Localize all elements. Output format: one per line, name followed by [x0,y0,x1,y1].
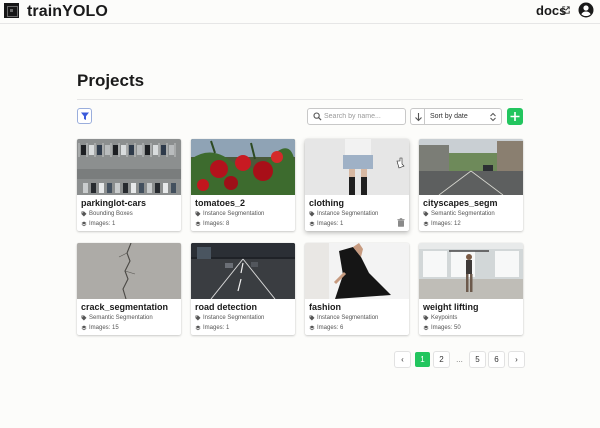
project-type: Semantic Segmentation [89,315,153,321]
project-name: tomatoes_2 [195,198,246,208]
project-image-count: Images: 8 [203,221,230,227]
add-project-button[interactable] [507,108,523,125]
project-thumbnail[interactable] [305,139,409,195]
tag-icon [423,211,429,217]
tag-icon [195,211,201,217]
project-type: Instance Segmentation [317,315,379,321]
layers-icon [81,221,87,227]
layers-icon [195,325,201,331]
project-image-count: Images: 1 [317,221,344,227]
project-card[interactable]: crack_segmentation Semantic Segmentation… [77,243,181,335]
sort-select-label: Sort by date [430,113,468,120]
project-thumbnail[interactable] [77,243,181,299]
project-type: Semantic Segmentation [431,211,495,217]
project-thumbnail[interactable] [419,139,523,195]
trash-icon[interactable] [397,218,405,227]
project-name: crack_segmentation [81,302,169,312]
project-image-count: Images: 1 [203,325,230,331]
tag-icon [423,315,429,321]
arrow-down-icon [415,113,422,122]
pagination-prev-button[interactable]: ‹ [395,352,410,367]
project-thumbnail[interactable] [305,243,409,299]
project-name: parkinglot-cars [81,198,147,208]
layers-icon [423,221,429,227]
project-type: Instance Segmentation [317,211,379,217]
project-name: road detection [195,302,258,312]
project-card[interactable]: fashion Instance Segmentation Images: 6 [305,243,409,335]
layers-icon [309,221,315,227]
tag-icon [81,211,87,217]
project-thumbnail[interactable] [419,243,523,299]
pagination-page-6[interactable]: 6 [489,352,504,367]
project-card[interactable]: weight lifting Keypoints Images: 50 [419,243,523,335]
search-icon [313,112,322,121]
project-thumbnail[interactable] [191,139,295,195]
project-name: fashion [309,302,342,312]
tag-icon [195,315,201,321]
filter-icon [81,112,89,120]
sort-select[interactable]: Sort by date [424,108,502,125]
tag-icon [81,315,87,321]
project-thumbnail[interactable] [191,243,295,299]
tag-icon [309,315,315,321]
project-image-count: Images: 6 [317,325,344,331]
layers-icon [81,325,87,331]
project-name: weight lifting [423,302,479,312]
project-card[interactable]: tomatoes_2 Instance Segmentation Images:… [191,139,295,231]
pagination-page-1[interactable]: 1 [415,352,430,367]
project-thumbnail[interactable] [77,139,181,195]
project-card[interactable]: parkinglot-cars Bounding Boxes Images: 1 [77,139,181,231]
project-name: cityscapes_segm [423,198,498,208]
pagination-page-5[interactable]: 5 [470,352,485,367]
layers-icon [195,221,201,227]
project-name: clothing [309,198,344,208]
project-image-count: Images: 50 [431,325,461,331]
layers-icon [309,325,315,331]
logo-icon[interactable] [4,3,19,18]
pagination-ellipsis: ... [456,355,463,364]
pagination-next-button[interactable]: › [509,352,524,367]
project-type: Keypoints [431,315,458,321]
account-icon[interactable] [578,2,594,18]
sort-chevron-icon [490,112,496,122]
pagination-page-2[interactable]: 2 [434,352,449,367]
plus-icon [510,112,520,121]
search-field[interactable] [307,108,406,125]
project-image-count: Images: 12 [431,221,461,227]
app-brand[interactable]: trainYOLO [27,2,108,22]
project-type: Instance Segmentation [203,211,265,217]
layers-icon [423,325,429,331]
project-image-count: Images: 1 [89,221,116,227]
filter-button[interactable] [77,108,92,124]
tag-icon [309,211,315,217]
project-type: Bounding Boxes [89,211,133,217]
project-card[interactable]: cityscapes_segm Semantic Segmentation Im… [419,139,523,231]
external-link-icon[interactable] [562,6,570,14]
project-image-count: Images: 15 [89,325,119,331]
project-card[interactable]: road detection Instance Segmentation Ima… [191,243,295,335]
search-input[interactable] [324,110,404,123]
page-title: Projects [77,71,145,90]
sort-direction-button[interactable] [410,108,425,125]
project-card[interactable]: clothing Instance Segmentation Images: 1 [305,139,409,231]
project-type: Instance Segmentation [203,315,265,321]
top-bar: trainYOLO docs [0,0,600,24]
title-divider [77,99,523,100]
